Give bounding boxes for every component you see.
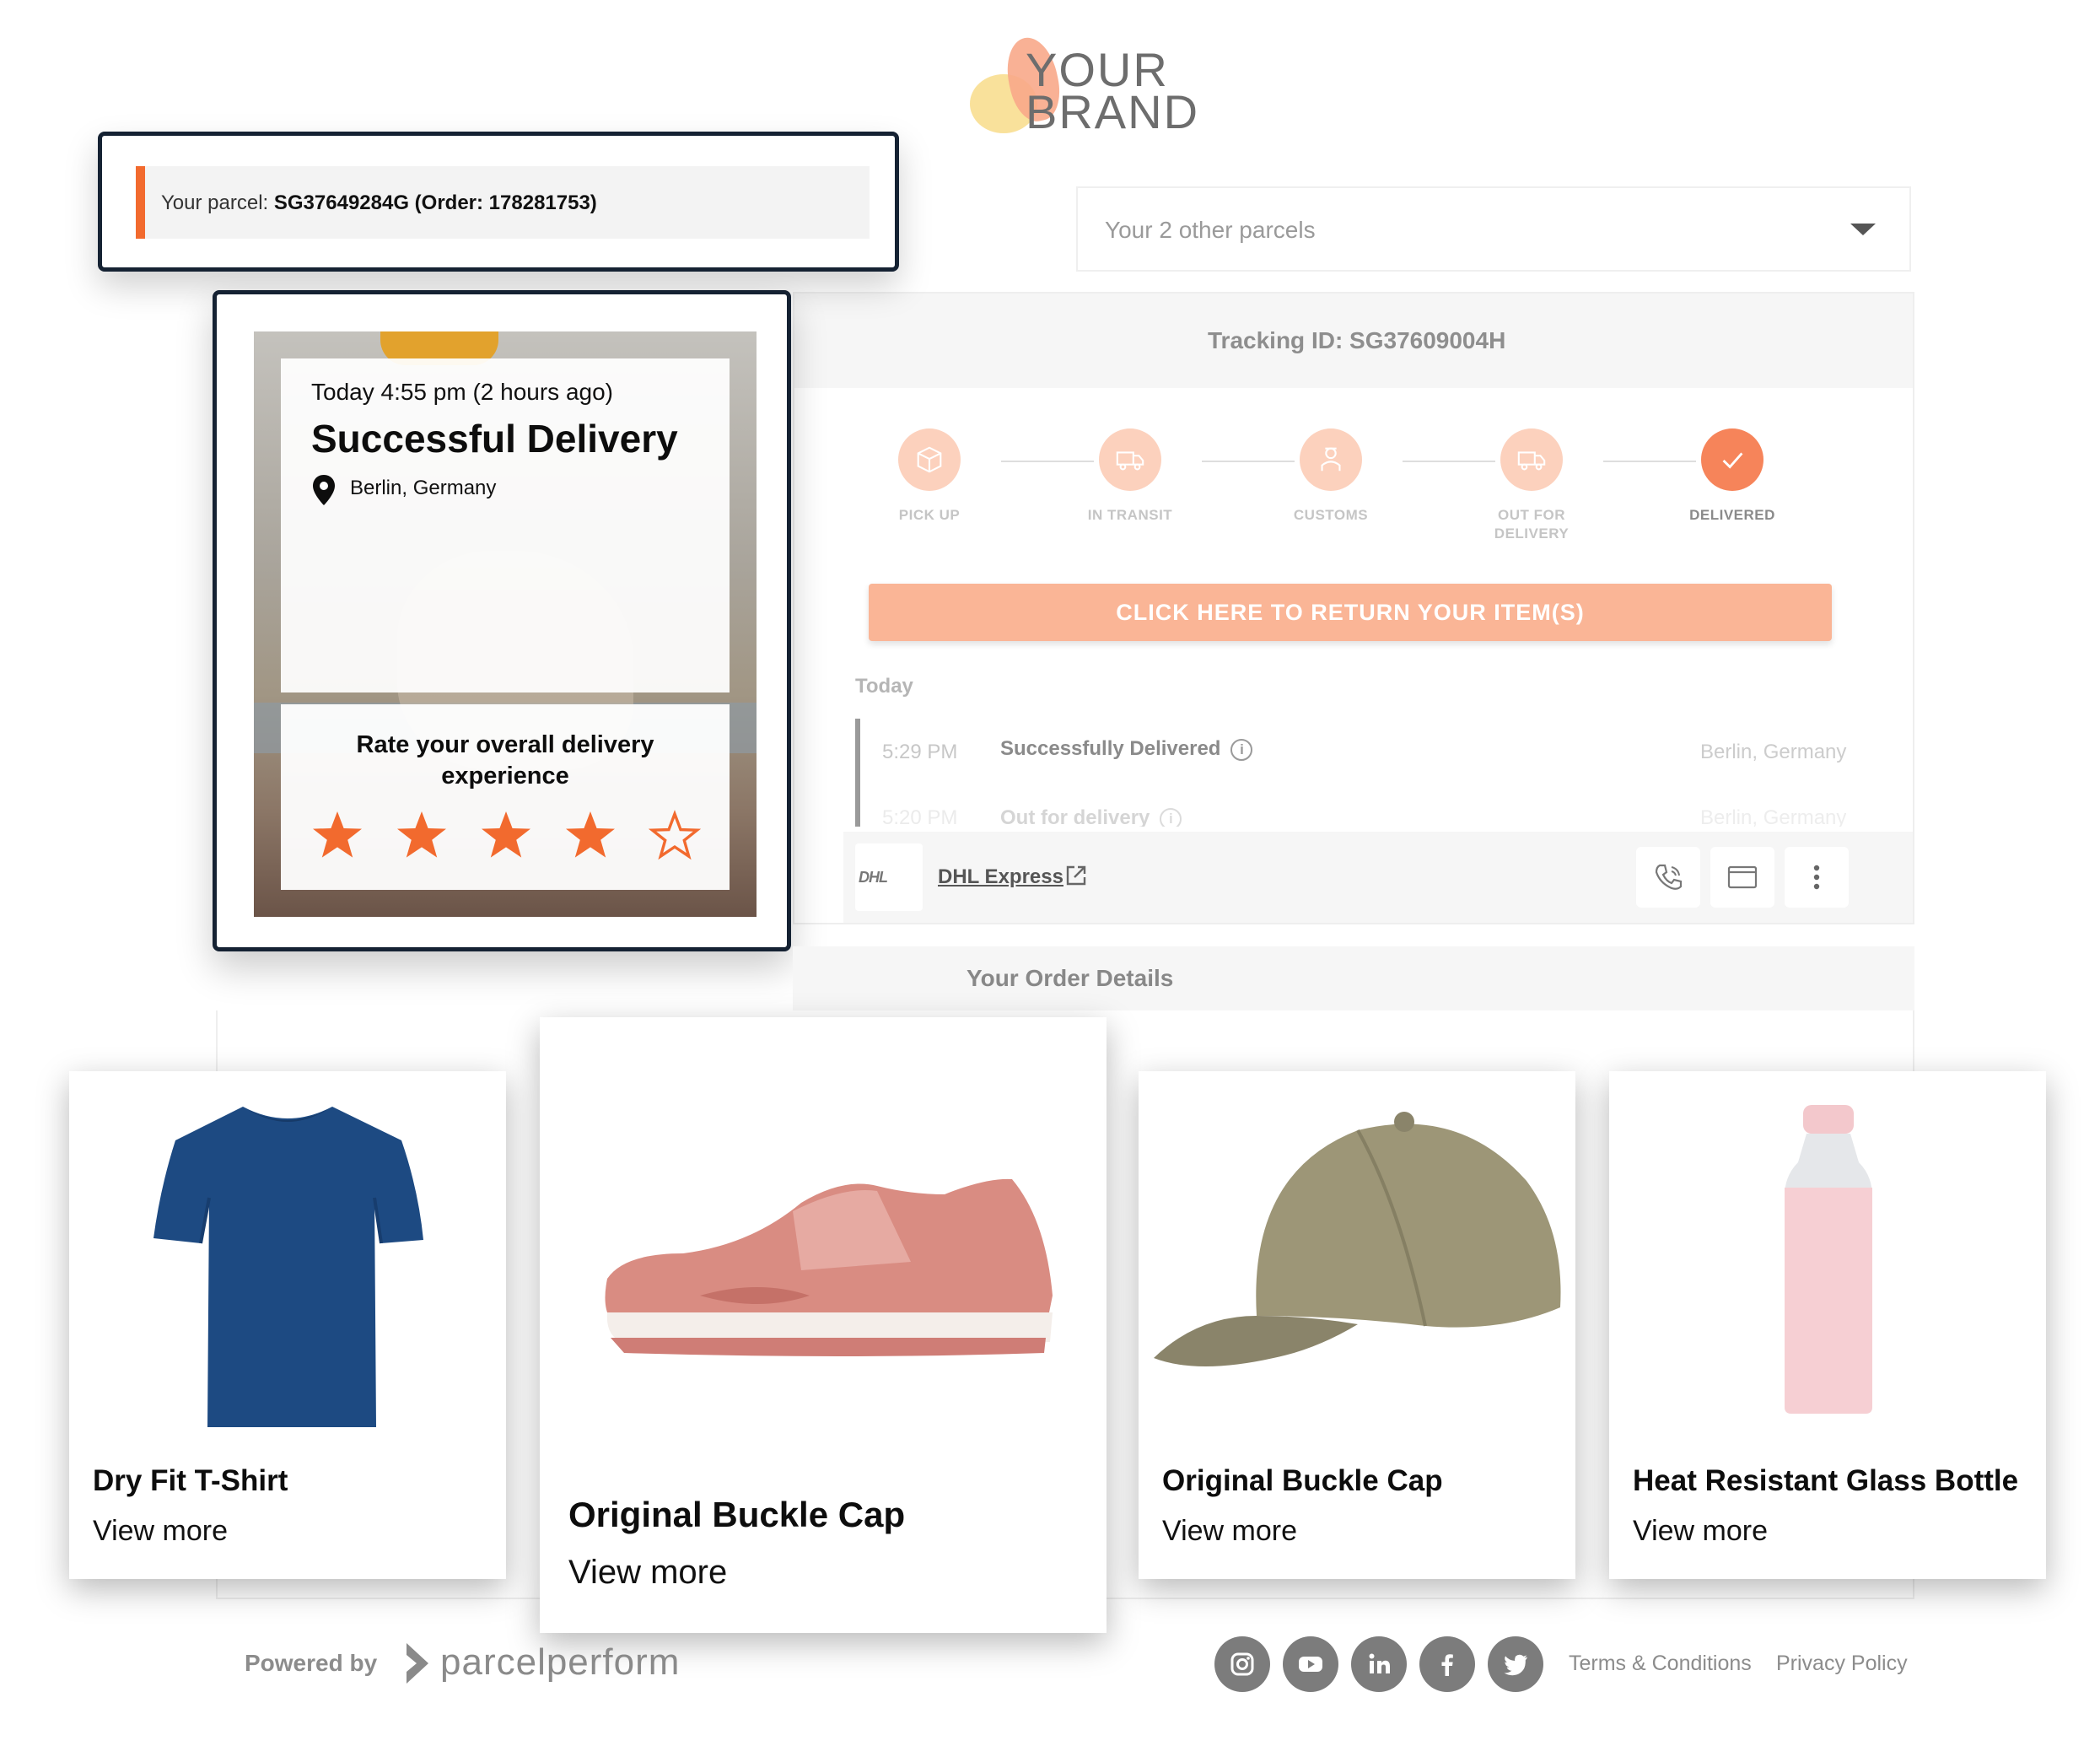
tracking-id: Tracking ID: SG37609004H	[1208, 327, 1506, 353]
event-title: Out for delivery i	[1000, 806, 1182, 827]
view-more-link[interactable]: View more	[1633, 1515, 1768, 1548]
cap-image	[1154, 1112, 1561, 1366]
youtube-icon[interactable]	[1283, 1636, 1338, 1692]
parcel-id: SG37649284G (Order: 178281753)	[273, 191, 597, 214]
order-details-title: Your Order Details	[967, 965, 1174, 991]
info-icon[interactable]: i	[1160, 807, 1182, 827]
package-icon	[898, 428, 961, 491]
delivery-truck-icon	[1500, 428, 1563, 491]
instagram-icon[interactable]	[1214, 1636, 1270, 1692]
twitter-icon[interactable]	[1488, 1636, 1543, 1692]
step-out-for-delivery: OUT FOR DELIVERY	[1460, 428, 1603, 543]
step-pick-up: PICK UP	[858, 428, 1001, 525]
order-details-header: Your Order Details	[793, 946, 1914, 1010]
product-card[interactable]: Dry Fit T-Shirt View more	[69, 1071, 506, 1579]
return-items-button[interactable]: CLICK HERE TO RETURN YOUR ITEM(S)	[869, 584, 1832, 641]
parcelperform-logo-icon	[407, 1643, 428, 1684]
event-time: 5:20 PM	[882, 806, 958, 827]
delivery-time: Today 4:55 pm (2 hours ago)	[311, 379, 613, 405]
star-icon-filled[interactable]	[564, 809, 617, 861]
rating-panel: Rate your overall delivery experience	[281, 704, 730, 890]
phone-button[interactable]	[1636, 847, 1700, 908]
location-pin-icon	[313, 475, 335, 505]
dropdown-placeholder: Your 2 other parcels	[1105, 217, 1316, 243]
other-parcels-dropdown[interactable]: Your 2 other parcels	[1076, 186, 1911, 272]
carrier-logo: DHL	[855, 843, 923, 911]
powered-by-label: Powered by	[245, 1650, 378, 1676]
product-card[interactable]: Original Buckle Cap View more	[1139, 1071, 1575, 1579]
brand-name: YOUR BRAND	[1026, 43, 1200, 138]
chevron-down-icon	[1850, 224, 1876, 235]
parcel-field: Your parcel: SG37649284G (Order: 1782817…	[136, 166, 870, 239]
provider-logo[interactable]: parcelperform	[403, 1636, 707, 1690]
star-icon-filled[interactable]	[311, 809, 363, 861]
event-location: Berlin, Germany	[1700, 806, 1847, 827]
browser-window-icon	[1727, 865, 1758, 889]
delivery-status-panel: Today 4:55 pm (2 hours ago) Successful D…	[281, 358, 730, 692]
more-options-button[interactable]	[1785, 847, 1849, 908]
accent-bar	[136, 166, 145, 239]
product-card[interactable]: Original Buckle Cap View more	[540, 1017, 1107, 1633]
info-icon[interactable]: i	[1230, 738, 1253, 761]
truck-icon	[1099, 428, 1161, 491]
delivery-photo: Today 4:55 pm (2 hours ago) Successful D…	[254, 331, 757, 917]
privacy-link[interactable]: Privacy Policy	[1776, 1652, 1908, 1676]
tshirt-image	[153, 1107, 423, 1427]
product-name: Dry Fit T-Shirt	[93, 1464, 288, 1497]
timeline-bar	[855, 719, 860, 827]
event-title: Successfully Delivered i	[1000, 737, 1253, 761]
delivery-title: Successful Delivery	[311, 417, 678, 461]
more-vertical-icon	[1813, 865, 1820, 890]
product-card[interactable]: Heat Resistant Glass Bottle View more	[1609, 1071, 2046, 1579]
tracking-header: Tracking ID: SG37609004H	[794, 294, 1913, 388]
facebook-icon[interactable]	[1419, 1636, 1475, 1692]
step-in-transit: IN TRANSIT	[1058, 428, 1202, 525]
delivery-card: Today 4:55 pm (2 hours ago) Successful D…	[213, 290, 791, 951]
external-link-icon[interactable]	[1064, 864, 1088, 887]
linkedin-icon[interactable]	[1351, 1636, 1407, 1692]
website-button[interactable]	[1710, 847, 1774, 908]
view-more-link[interactable]: View more	[93, 1515, 228, 1548]
brand-logo: YOUR BRAND	[961, 33, 1198, 143]
current-parcel-box[interactable]: Your parcel: SG37649284G (Order: 1782817…	[98, 132, 899, 272]
rating-prompt: Rate your overall delivery experience	[356, 731, 654, 789]
step-delivered: DELIVERED	[1661, 428, 1804, 525]
star-icon-filled[interactable]	[480, 809, 532, 861]
phone-icon	[1655, 864, 1683, 890]
customs-officer-icon	[1300, 428, 1362, 491]
carrier-row: DHL DHL Express	[843, 832, 1913, 923]
check-icon	[1701, 428, 1763, 491]
bottle-image	[1785, 1105, 1872, 1414]
delivery-location: Berlin, Germany	[350, 477, 497, 499]
star-icon-empty[interactable]	[649, 809, 701, 861]
view-more-link[interactable]: View more	[1162, 1515, 1297, 1548]
day-label: Today	[855, 675, 913, 698]
product-name: Original Buckle Cap	[568, 1495, 906, 1534]
view-more-link[interactable]: View more	[568, 1554, 727, 1592]
event-time: 5:29 PM	[882, 741, 958, 763]
product-name: Heat Resistant Glass Bottle	[1633, 1464, 2019, 1497]
parcel-label: Your parcel: SG37649284G (Order: 1782817…	[161, 191, 597, 214]
terms-link[interactable]: Terms & Conditions	[1569, 1652, 1752, 1676]
event-location: Berlin, Germany	[1700, 741, 1847, 763]
provider-name: parcelperform	[440, 1641, 681, 1683]
star-icon-filled[interactable]	[396, 809, 448, 861]
sneaker-image	[605, 1178, 1053, 1356]
carrier-link[interactable]: DHL Express	[938, 865, 1063, 889]
product-name: Original Buckle Cap	[1162, 1464, 1443, 1497]
step-customs: CUSTOMS	[1259, 428, 1403, 525]
star-rating[interactable]	[311, 809, 701, 863]
